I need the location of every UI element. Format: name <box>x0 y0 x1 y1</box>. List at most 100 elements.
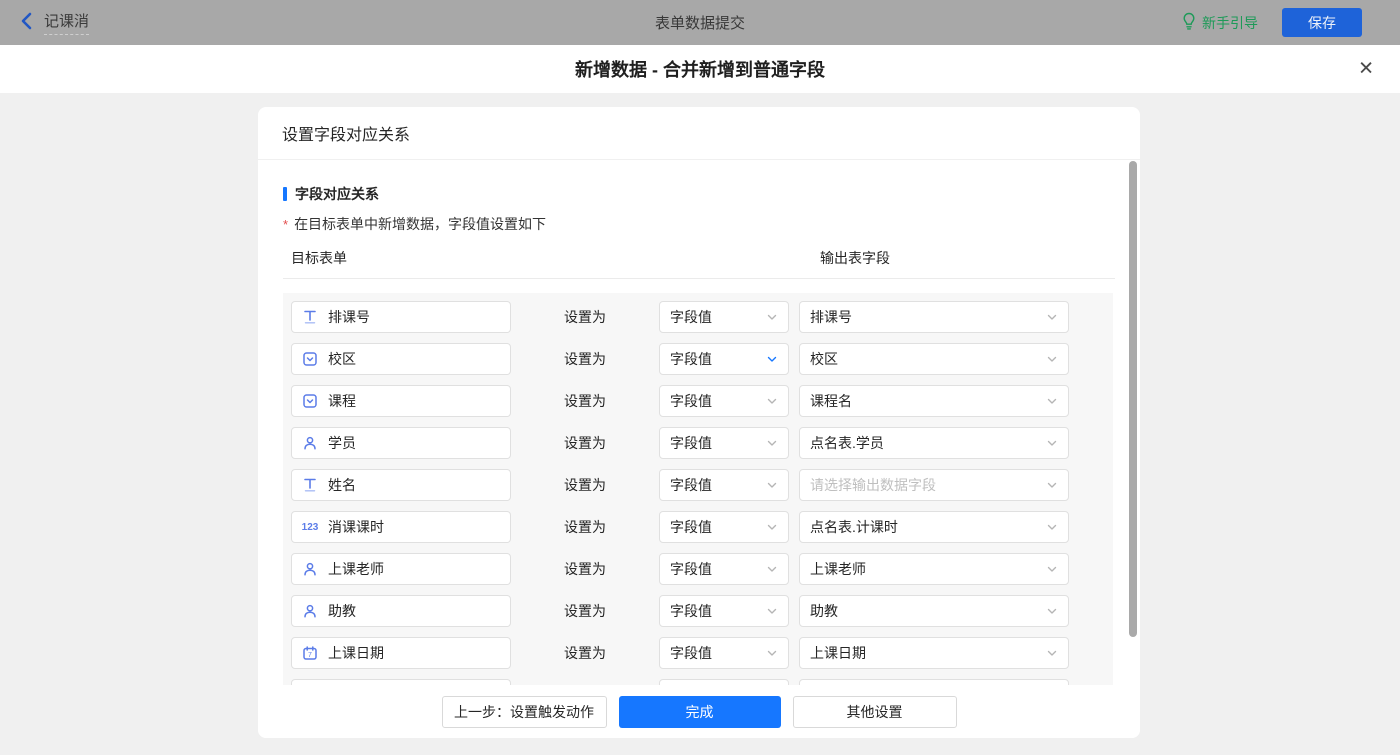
chevron-down-icon <box>1046 605 1058 617</box>
target-field-label: 课程 <box>328 391 356 411</box>
output-field-value: 校区 <box>810 349 838 369</box>
value-mode-select[interactable]: 字段值 <box>659 385 789 417</box>
lightbulb-icon <box>1182 12 1196 33</box>
field-mapping-row: 助教设置为字段值助教 <box>291 595 1105 627</box>
chevron-down-icon <box>766 311 778 323</box>
output-field-value: 点名表.学员 <box>810 433 884 453</box>
output-field-select[interactable]: 请选择输出数据字段 <box>799 469 1069 501</box>
other-settings-button[interactable]: 其他设置 <box>793 696 957 728</box>
card-body: 字段对应关系 * 在目标表单中新增数据，字段值设置如下 目标表单 输出表字段 排… <box>258 160 1140 685</box>
value-mode-value: 字段值 <box>670 349 712 369</box>
set-as-label: 设置为 <box>511 433 659 453</box>
done-button[interactable]: 完成 <box>619 696 781 728</box>
close-icon[interactable]: ✕ <box>1358 60 1374 79</box>
chevron-down-icon <box>766 395 778 407</box>
chevron-down-icon <box>766 563 778 575</box>
beginner-guide-label: 新手引导 <box>1202 13 1258 33</box>
output-field-select[interactable]: 点名表.计课时 <box>799 511 1069 543</box>
chevron-down-icon <box>1046 479 1058 491</box>
value-mode-value: 字段值 <box>670 391 712 411</box>
target-field-box[interactable]: 学员 <box>291 427 511 459</box>
workflow-title[interactable]: 记课消 <box>44 10 89 35</box>
set-as-label: 设置为 <box>511 601 659 621</box>
set-as-label: 设置为 <box>511 517 659 537</box>
set-as-label: 设置为 <box>511 475 659 495</box>
output-field-select[interactable]: 点名表.学员 <box>799 427 1069 459</box>
modal-header: 新增数据 - 合并新增到普通字段 ✕ <box>0 45 1400 94</box>
person-field-icon <box>302 436 318 450</box>
save-button[interactable]: 保存 <box>1282 8 1362 37</box>
value-mode-select[interactable]: 字段值 <box>659 301 789 333</box>
target-field-label: 消课课时 <box>328 517 384 537</box>
select-field-icon <box>302 352 318 366</box>
section-accent-bar <box>283 187 287 201</box>
field-mapping-row: 上课老师 设置为字段值 上课老师 <box>291 553 1105 585</box>
select-field-icon <box>302 394 318 408</box>
value-mode-value: 字段值 <box>670 307 712 327</box>
target-field-label: 姓名 <box>328 475 356 495</box>
card-title: 设置字段对应关系 <box>258 107 1140 160</box>
rows-container: 排课号设置为字段值排课号校区设置为字段值校区课程设置为字段值课程名学员设置为字段… <box>283 293 1113 685</box>
card-footer: 上一步：设置触发动作 完成 其他设置 <box>258 685 1140 738</box>
output-field-select[interactable]: 助教 <box>799 595 1069 627</box>
page-top-bar: 记课消 表单数据提交 新手引导 保存 <box>0 0 1400 45</box>
value-mode-select[interactable]: 字段值 <box>659 637 789 669</box>
previous-step-button[interactable]: 上一步：设置触发动作 <box>442 696 607 728</box>
target-field-label: 排课号 <box>328 307 370 327</box>
chevron-down-icon <box>1046 311 1058 323</box>
field-mapping-row: 学员 设置为字段值 点名表.学员 <box>291 427 1105 459</box>
target-field-label: 上课日期 <box>328 643 384 663</box>
output-field-value: 上课老师 <box>810 559 866 579</box>
set-as-label: 设置为 <box>511 559 659 579</box>
value-mode-select[interactable]: 字段值 <box>659 595 789 627</box>
value-mode-value: 字段值 <box>670 559 712 579</box>
beginner-guide-link[interactable]: 新手引导 <box>1182 12 1258 33</box>
output-field-select[interactable]: 排课号 <box>799 301 1069 333</box>
target-field-box[interactable]: 校区 <box>291 343 511 375</box>
chevron-down-icon <box>766 521 778 533</box>
value-mode-select[interactable]: 字段值 <box>659 469 789 501</box>
person-field-icon <box>302 562 318 576</box>
target-field-label: 校区 <box>328 349 356 369</box>
output-field-select[interactable]: 校区 <box>799 343 1069 375</box>
value-mode-select[interactable]: 字段值 <box>659 427 789 459</box>
field-mapping-card: 设置字段对应关系 字段对应关系 * 在目标表单中新增数据，字段值设置如下 目标表… <box>258 107 1140 738</box>
back-button[interactable] <box>20 12 32 33</box>
chevron-down-icon <box>1046 521 1058 533</box>
column-header-target-form: 目标表单 <box>291 250 347 266</box>
vertical-scrollbar-thumb[interactable] <box>1129 161 1137 637</box>
output-field-select[interactable]: 上课老师 <box>799 553 1069 585</box>
set-as-label: 设置为 <box>511 349 659 369</box>
value-mode-select[interactable]: 字段值 <box>659 553 789 585</box>
target-field-box[interactable]: 助教 <box>291 595 511 627</box>
target-field-box[interactable]: 上课老师 <box>291 553 511 585</box>
chevron-down-icon <box>1046 647 1058 659</box>
number-field-icon: 123 <box>302 522 318 533</box>
chevron-down-icon <box>1046 437 1058 449</box>
chevron-down-icon <box>766 605 778 617</box>
output-field-value: 排课号 <box>810 307 852 327</box>
column-divider <box>283 278 1115 279</box>
target-field-box[interactable]: 课程 <box>291 385 511 417</box>
value-mode-select[interactable]: 字段值 <box>659 511 789 543</box>
output-field-value: 助教 <box>810 601 838 621</box>
chevron-down-icon <box>766 437 778 449</box>
section-title: 字段对应关系 <box>295 184 379 204</box>
target-field-label: 上课老师 <box>328 559 384 579</box>
set-as-label: 设置为 <box>511 307 659 327</box>
target-field-box[interactable]: 7上课日期 <box>291 637 511 669</box>
target-field-box[interactable]: 排课号 <box>291 301 511 333</box>
target-field-box[interactable]: 姓名 <box>291 469 511 501</box>
page-title: 表单数据提交 <box>655 12 745 33</box>
target-field-label: 学员 <box>328 433 356 453</box>
output-field-value: 课程名 <box>810 391 852 411</box>
output-field-value: 请选择输出数据字段 <box>810 475 936 495</box>
field-mapping-row: 123 消课课时 设置为字段值点名表.计课时 <box>291 511 1105 543</box>
field-mapping-row: 姓名 设置为字段值 请选择输出数据字段 <box>291 469 1105 501</box>
output-field-select[interactable]: 上课日期 <box>799 637 1069 669</box>
target-field-box[interactable]: 123 消课课时 <box>291 511 511 543</box>
value-mode-value: 字段值 <box>670 433 712 453</box>
output-field-select[interactable]: 课程名 <box>799 385 1069 417</box>
value-mode-select[interactable]: 字段值 <box>659 343 789 375</box>
person-field-icon <box>302 604 318 618</box>
